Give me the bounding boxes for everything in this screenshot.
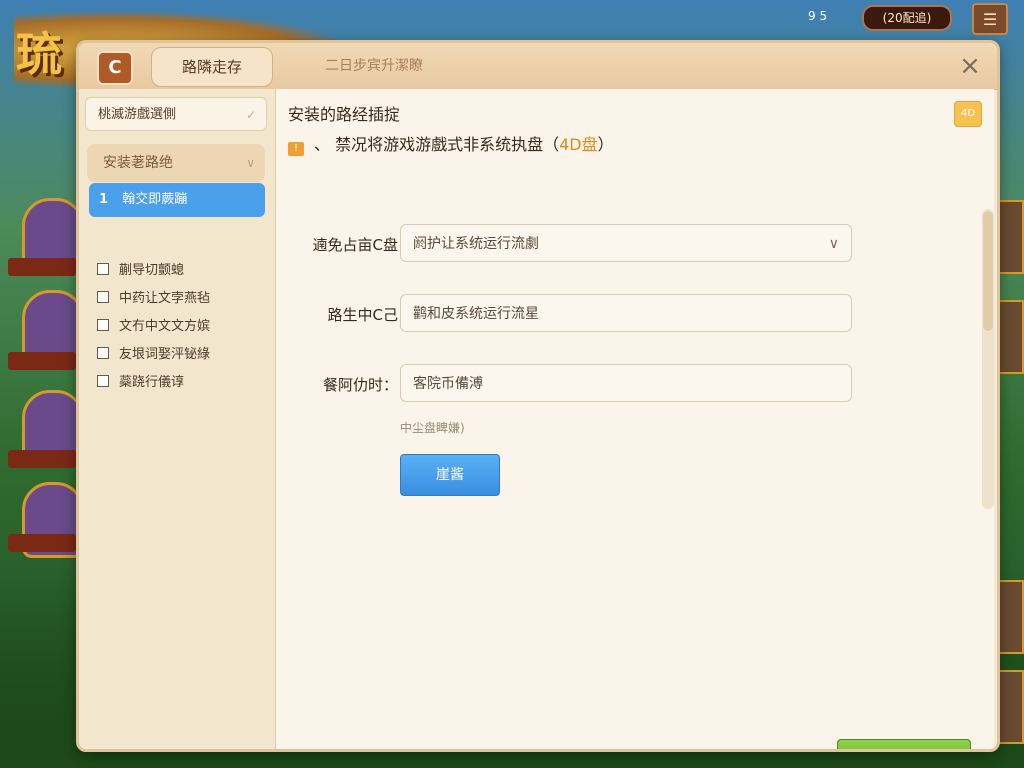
checkbox[interactable]	[97, 319, 109, 331]
sidebar-item-label: 友垠词娶泙铋綠	[119, 347, 211, 362]
hud-badge[interactable]: (20配追)	[862, 5, 952, 31]
sidebar-item-label: 中药让文孛燕毡	[119, 291, 211, 306]
warning-notice: ! 、 禁况将游戏游戲式非系统执盘（4D盘）	[288, 131, 614, 156]
notice-highlight: 4D盘	[559, 135, 598, 154]
field-value: 客院币備溥	[413, 376, 483, 392]
hero-label	[8, 258, 76, 276]
sidebar-item-label: 蒯导切颤螅	[119, 263, 185, 278]
step-number: 1	[99, 192, 109, 207]
start-button[interactable]: 存翻端谚	[837, 739, 971, 749]
sidebar-item-label: 蘂跷行儀谆	[119, 375, 185, 390]
hero-label	[8, 450, 76, 468]
hero-label	[8, 352, 76, 370]
chevron-down-icon: ✓	[245, 108, 256, 122]
sidebar-item-label: 翰交即蕨蹦	[122, 192, 188, 207]
path-dropdown[interactable]: 阏护让系统运行流劇 ∨	[400, 224, 852, 262]
game-select-label: 桃滅游戲選側	[98, 107, 177, 122]
sidebar-group-install-path[interactable]: 安装荖路绝 ∨	[87, 144, 265, 182]
chevron-down-icon: ∨	[246, 156, 255, 170]
warning-icon: !	[288, 142, 304, 156]
scrollbar-thumb[interactable]	[983, 211, 993, 331]
settings-sidebar: 桃滅游戲選側 ✓ 安装荖路绝 ∨ 1 翰交即蕨蹦 蒯导切颤螅 中药让文孛燕毡 文…	[79, 89, 276, 749]
field-value: 鹳和皮系统运行流星	[413, 306, 539, 322]
notice-suffix: ）	[597, 135, 614, 154]
app-logo-icon: C	[97, 51, 133, 85]
settings-main-panel: 安装的路经插掟 !、 禁况将游戏游戲式非系统执盘（4D盘） 4D 遖免占亩C盘 …	[276, 89, 994, 749]
sidebar-checkbox-item[interactable]: 蒯导切颤螅	[97, 260, 267, 282]
sidebar-checkbox-item[interactable]: 文冇中文文方嫔	[97, 316, 267, 338]
field-label: 遖免占亩C盘	[312, 236, 398, 254]
checkbox[interactable]	[97, 291, 109, 303]
close-icon[interactable]: ×	[955, 51, 985, 81]
sidebar-checkbox-item[interactable]: 友垠词娶泙铋綠	[97, 344, 267, 366]
checkbox[interactable]	[97, 347, 109, 359]
checkbox[interactable]	[97, 375, 109, 387]
dialog-titlebar: C 路隣走存 二日步宾升潔瞭 ×	[79, 43, 997, 90]
sidebar-group-label: 安装荖路绝	[103, 155, 173, 171]
confirm-button[interactable]: 崖酱	[400, 454, 500, 496]
sled-icon[interactable]: ☰	[972, 3, 1008, 35]
sidebar-checkbox-item[interactable]: 蘂跷行儀谆	[97, 372, 267, 394]
checkbox[interactable]	[97, 263, 109, 275]
game-select-dropdown[interactable]: 桃滅游戲選側 ✓	[85, 97, 267, 131]
game-logo: 琉	[16, 27, 64, 81]
field-label: 路生中C己	[327, 306, 398, 324]
dialog-title-tab[interactable]: 路隣走存	[151, 47, 273, 87]
path-input[interactable]: 鹳和皮系统运行流星	[400, 294, 852, 332]
sidebar-item-label: 文冇中文文方嫔	[119, 319, 211, 334]
dialog-title: 二日步宾升潔瞭	[325, 58, 423, 74]
field-label: 餐阿仂时：	[322, 376, 398, 394]
time-input[interactable]: 客院币備溥	[400, 364, 852, 402]
section-heading: 安装的路经插掟	[288, 105, 401, 124]
chevron-down-icon: ∨	[828, 236, 839, 252]
player-level: 9 5	[808, 9, 828, 23]
install-path-dialog: C 路隣走存 二日步宾升潔瞭 × 桃滅游戲選側 ✓ 安装荖路绝 ∨ 1 翰交即蕨…	[76, 40, 1000, 752]
sidebar-checkbox-item[interactable]: 中药让文孛燕毡	[97, 288, 267, 310]
field-hint: 中尘盘睥嫌)	[400, 421, 465, 435]
hero-label	[8, 534, 76, 552]
field-value: 阏护让系统运行流劇	[413, 236, 539, 252]
sidebar-item-active[interactable]: 1 翰交即蕨蹦	[89, 183, 265, 217]
corner-badge-button[interactable]: 4D	[954, 101, 982, 127]
notice-text: 、 禁况将游戏游戲式非系统执盘（	[314, 135, 560, 154]
